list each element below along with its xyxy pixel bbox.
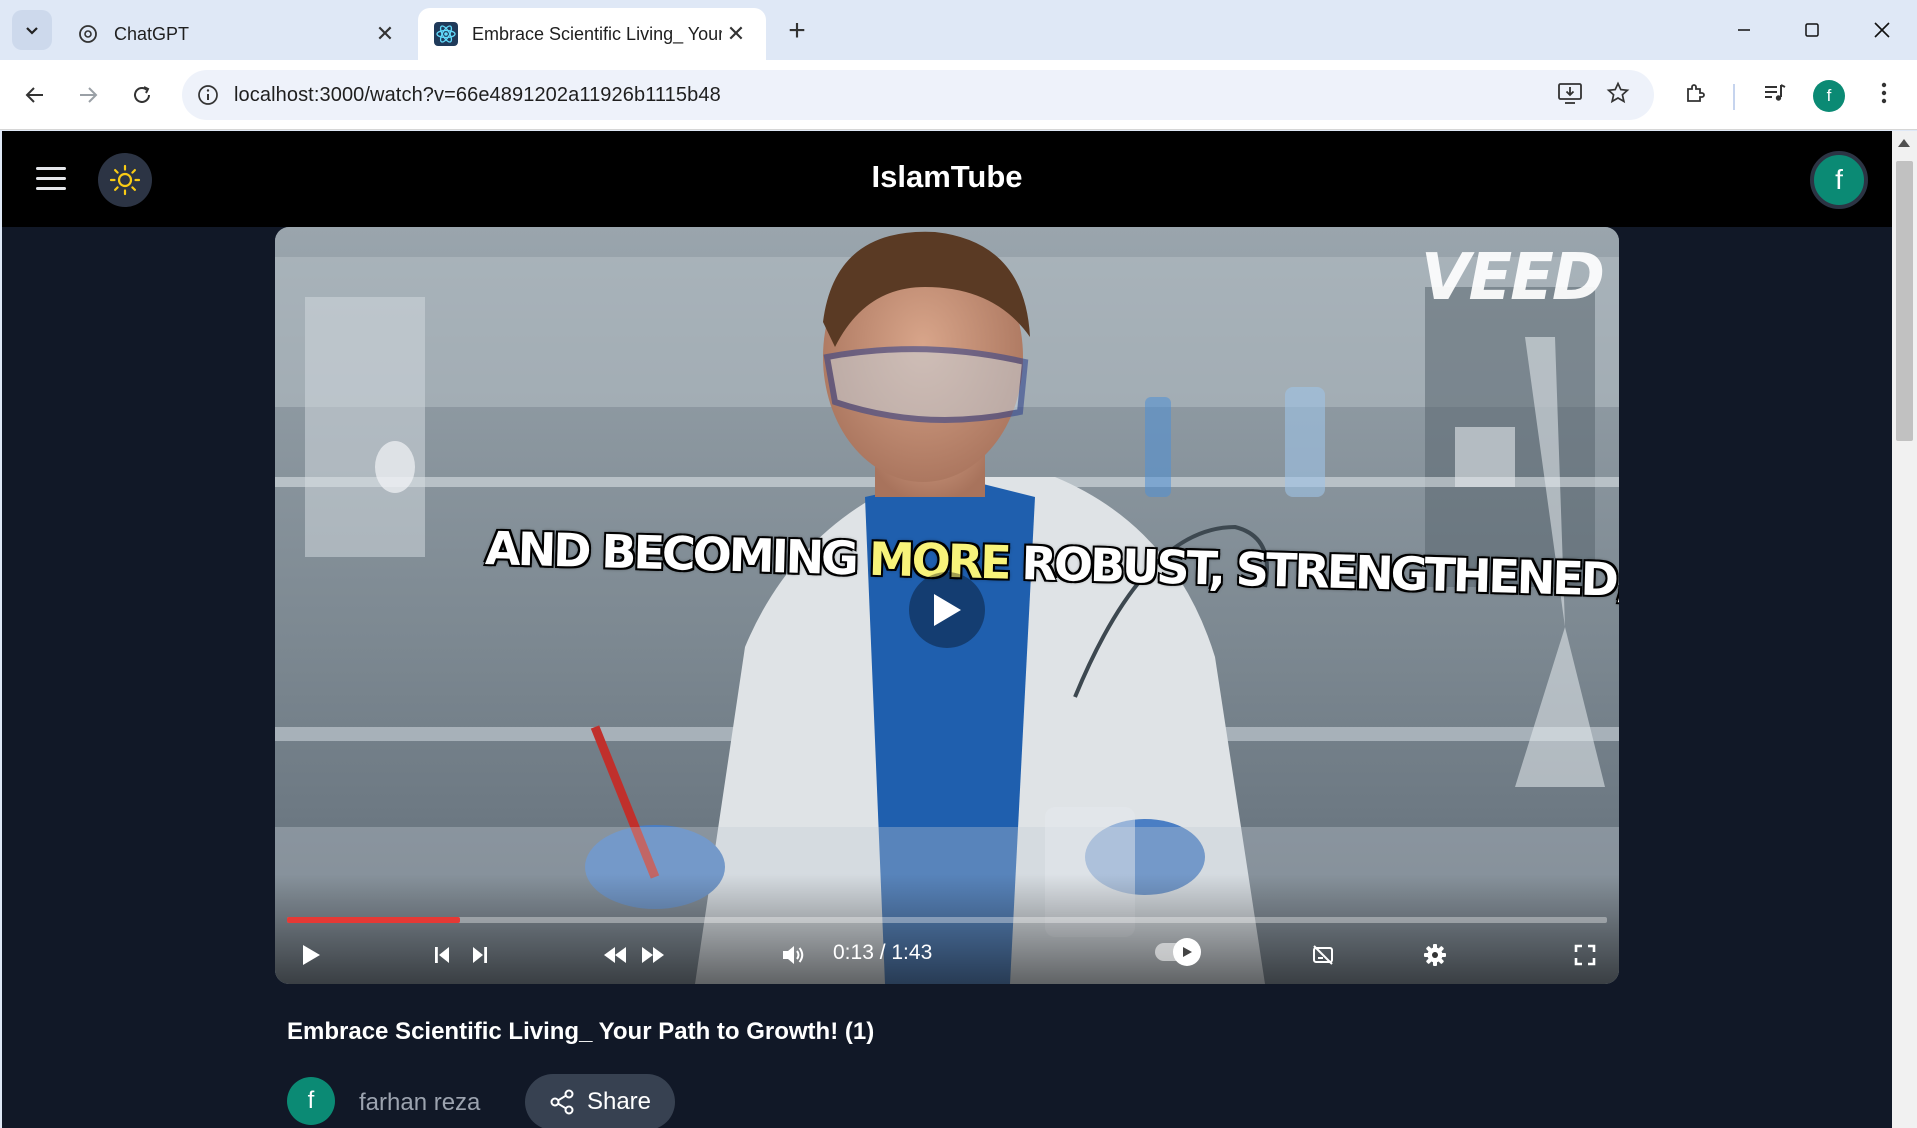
close-icon[interactable]: ✕ — [371, 20, 399, 48]
close-icon — [1874, 22, 1890, 38]
play-button[interactable] — [293, 937, 329, 973]
tab-title: Embrace Scientific Living_ Your — [472, 23, 722, 44]
arrow-left-icon — [25, 87, 43, 103]
channel-name[interactable]: farhan reza — [359, 1089, 480, 1117]
next-button[interactable] — [465, 937, 495, 973]
scroll-up-arrow[interactable] — [1898, 139, 1910, 147]
previous-button[interactable] — [427, 937, 457, 973]
fast-forward-button[interactable] — [637, 937, 669, 973]
progress-bar[interactable] — [287, 917, 1607, 923]
close-window-button[interactable] — [1862, 10, 1902, 50]
share-button[interactable]: Share — [525, 1074, 675, 1128]
captions-off-button[interactable] — [1305, 937, 1341, 973]
kebab-menu-icon[interactable] — [1864, 73, 1904, 113]
autoplay-knob — [1173, 938, 1201, 966]
progress-fill — [287, 917, 460, 923]
bookmark-star-icon[interactable] — [1598, 73, 1638, 113]
back-button[interactable] — [15, 75, 55, 115]
url-text[interactable]: localhost:3000/watch?v=66e4891202a11926b… — [234, 84, 721, 107]
page-scrollbar[interactable] — [1892, 131, 1917, 1128]
maximize-button[interactable] — [1792, 10, 1832, 50]
fast-forward-icon — [642, 947, 664, 963]
tab-chatgpt[interactable]: ChatGPT ✕ — [60, 8, 415, 60]
play-icon — [1183, 947, 1192, 957]
play-icon — [934, 594, 961, 626]
skip-previous-icon — [435, 947, 449, 963]
install-app-icon[interactable] — [1550, 73, 1590, 113]
extensions-icon[interactable] — [1675, 73, 1715, 113]
skip-next-icon — [473, 947, 487, 963]
tab-islamtube[interactable]: Embrace Scientific Living_ Your ✕ — [418, 8, 766, 60]
channel-avatar[interactable]: f — [287, 1077, 335, 1125]
browser-tabstrip: ChatGPT ✕ Embrace Scientific Living_ You… — [0, 0, 1917, 60]
fullscreen-button[interactable] — [1567, 937, 1603, 973]
tab-search-button[interactable] — [12, 10, 52, 50]
rewind-icon — [604, 947, 626, 963]
scroll-thumb[interactable] — [1896, 161, 1913, 441]
autoplay-toggle[interactable] — [1155, 938, 1201, 966]
new-tab-button[interactable]: + — [780, 14, 814, 48]
gear-icon — [1424, 944, 1446, 966]
toolbar-separator — [1733, 84, 1735, 110]
reload-icon — [134, 86, 150, 103]
caption-text: AND BECOMING — [484, 521, 857, 586]
minimize-icon — [1738, 29, 1750, 31]
chatgpt-icon — [76, 22, 100, 46]
share-icon — [550, 1089, 574, 1115]
forward-button[interactable] — [68, 75, 108, 115]
arrow-right-icon — [80, 87, 98, 103]
veed-watermark: VEED — [1420, 241, 1605, 315]
time-display: 0:13 / 1:43 — [833, 941, 933, 964]
subtitles-off-icon — [1313, 945, 1333, 965]
rewind-button[interactable] — [599, 937, 631, 973]
share-label: Share — [586, 1088, 652, 1115]
play-icon — [303, 945, 320, 965]
settings-button[interactable] — [1417, 937, 1453, 973]
address-bar[interactable]: localhost:3000/watch?v=66e4891202a11926b… — [182, 70, 1654, 120]
close-icon[interactable]: ✕ — [722, 20, 750, 48]
video-player[interactable]: VEED AND BECOMING MORE ROBUST, STRENGTHE… — [275, 227, 1619, 984]
fullscreen-icon — [1574, 944, 1596, 966]
browser-toolbar: localhost:3000/watch?v=66e4891202a11926b… — [0, 60, 1917, 130]
maximize-icon — [1805, 23, 1819, 37]
video-title: Embrace Scientific Living_ Your Path to … — [287, 1018, 875, 1045]
app-logo-title[interactable]: IslamTube — [2, 159, 1892, 195]
chevron-down-icon — [26, 27, 38, 35]
volume-icon — [783, 946, 804, 964]
site-info-icon[interactable] — [182, 84, 234, 106]
page-content: IslamTube f VEED AND BECOMING MORE ROBUS… — [2, 131, 1892, 1128]
reload-button[interactable] — [122, 75, 162, 115]
app-header: IslamTube f — [2, 131, 1892, 227]
user-avatar[interactable]: f — [1810, 151, 1868, 209]
tab-title: ChatGPT — [114, 23, 190, 44]
profile-avatar[interactable]: f — [1813, 80, 1845, 112]
volume-button[interactable] — [775, 937, 811, 973]
media-controls-icon[interactable] — [1755, 73, 1795, 113]
react-icon — [434, 22, 458, 46]
center-play-button[interactable] — [909, 572, 985, 648]
minimize-button[interactable] — [1724, 10, 1764, 50]
